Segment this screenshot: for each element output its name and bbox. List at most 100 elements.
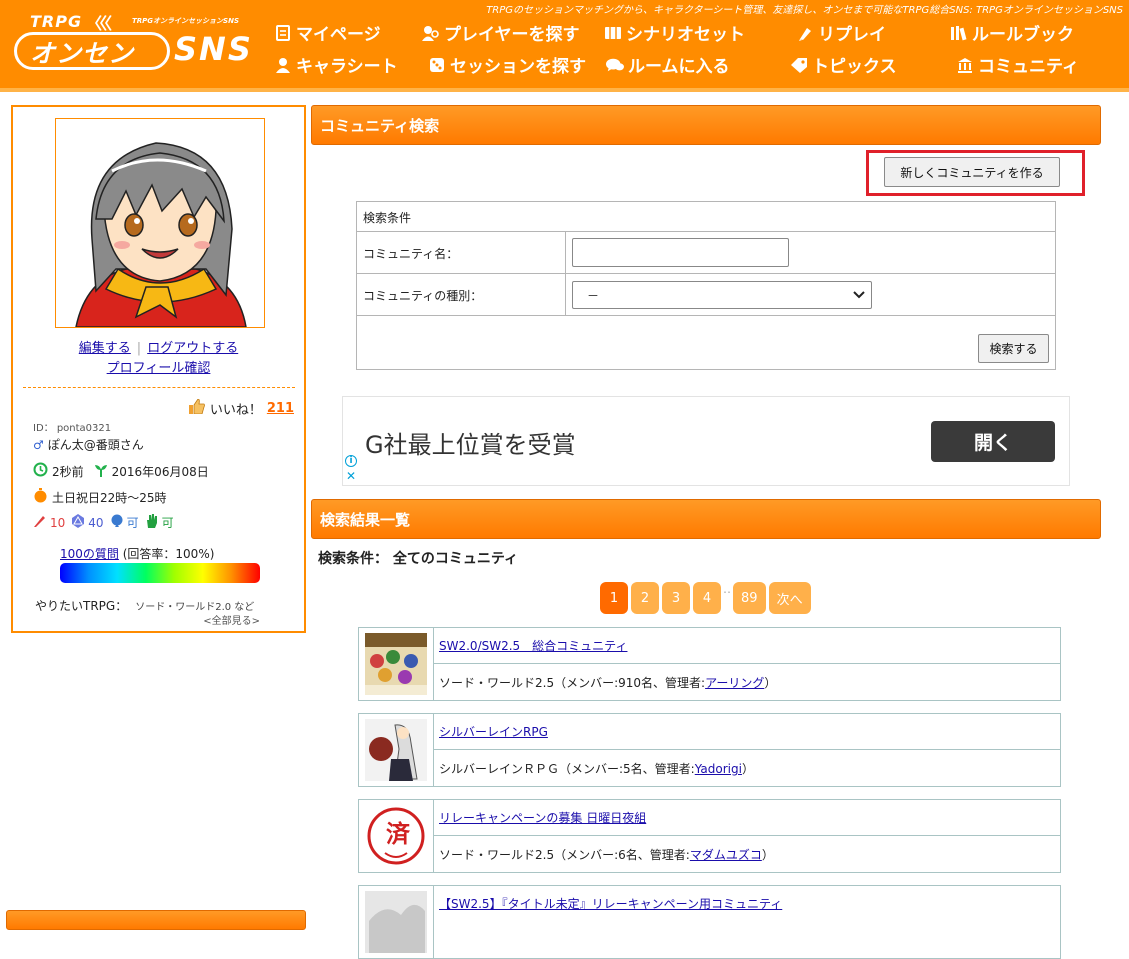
- logo-trpg-text: TRPG: [30, 12, 83, 31]
- community-title-link[interactable]: シルバーレインRPG: [439, 723, 548, 740]
- community-card: SW2.0/SW2.5 総合コミュニティ ソード・ワールド2.5（メンバー:91…: [358, 627, 1061, 701]
- nav-label: プレイヤーを探す: [444, 25, 580, 45]
- community-name-input[interactable]: [572, 238, 789, 267]
- community-meta: ソード・ワールド2.5（メンバー:910名、管理者:アーリング）: [439, 674, 776, 691]
- see-all-link[interactable]: <全部見る>: [203, 612, 260, 627]
- chat-icon: [606, 56, 624, 74]
- voice-icon: [110, 514, 124, 531]
- community-thumbnail[interactable]: [365, 891, 427, 953]
- nav-label: シナリオセット: [626, 25, 745, 45]
- timer-icon: [33, 488, 48, 506]
- page-ellipsis: ‥: [723, 582, 732, 596]
- link-separator: |: [136, 341, 142, 356]
- community-type-label: コミュニティの種別：: [363, 289, 483, 303]
- chevron-down-icon: [853, 288, 865, 305]
- results-header: 検索結果一覧: [311, 499, 1101, 539]
- likes: いいね！ 211: [188, 398, 294, 418]
- community-meta: ソード・ワールド2.5（メンバー:6名、管理者:マダムユズコ）: [439, 846, 774, 863]
- page-2[interactable]: 2: [631, 582, 659, 614]
- nav-player-search[interactable]: プレイヤーを探す: [422, 20, 580, 45]
- nav-label: トピックス: [812, 57, 897, 77]
- ad-banner[interactable]: G社最上位賞を受賞 開く i ✕: [342, 396, 1070, 486]
- ad-open-button[interactable]: 開く: [931, 421, 1055, 462]
- nav-charasheet[interactable]: キャラシート: [274, 52, 398, 77]
- stat-pen: 10: [33, 514, 65, 531]
- divider: [23, 387, 295, 388]
- stat-pen-value: 10: [50, 515, 66, 530]
- nav-label: コミュニティ: [978, 57, 1079, 77]
- community-card: シルバーレインRPG シルバーレインＲＰＧ（メンバー:5名、管理者:Yadori…: [358, 713, 1061, 787]
- page-next[interactable]: 次へ: [768, 582, 811, 614]
- form-header-row: 検索条件: [357, 202, 1055, 232]
- admin-link[interactable]: アーリング: [705, 676, 764, 690]
- play-time: 土日祝日22時～25時: [52, 490, 167, 505]
- community-thumbnail[interactable]: [365, 719, 427, 781]
- last-login: 2秒前: [52, 464, 84, 479]
- stat-voice-value: 可: [126, 516, 139, 530]
- likes-label: いいね！: [209, 403, 262, 418]
- community-meta-suffix: ）: [764, 676, 777, 690]
- edit-profile-link[interactable]: 編集する: [79, 341, 131, 356]
- page-3[interactable]: 3: [662, 582, 690, 614]
- nav-topics[interactable]: トピックス: [790, 52, 897, 77]
- nav-room[interactable]: ルームに入る: [606, 52, 730, 77]
- rulebook-icon: [950, 24, 968, 42]
- sidebar-section-header: [6, 910, 306, 930]
- community-thumbnail[interactable]: [365, 633, 427, 695]
- community-title-link[interactable]: リレーキャンペーンの募集 日曜日夜組: [439, 809, 646, 826]
- community-icon: [956, 56, 974, 74]
- community-title-link[interactable]: 【SW2.5】『タイトル未定』リレーキャンペーン用コミュニティ: [439, 895, 782, 912]
- ad-headline[interactable]: G社最上位賞を受賞: [365, 425, 576, 460]
- admin-link[interactable]: マダムユズコ: [690, 848, 762, 862]
- nav-replay[interactable]: リプレイ: [796, 20, 886, 45]
- login-row: 2秒前 2016年06月08日: [33, 462, 209, 480]
- nav-label: ルールブック: [972, 25, 1074, 45]
- page-last[interactable]: 89: [733, 582, 766, 614]
- likes-count[interactable]: 211: [267, 401, 294, 416]
- community-meta-suffix: ）: [761, 848, 774, 862]
- site-logo[interactable]: TRPG 〈〈〈 TRPGオンラインセッションSNS オンセン SNS: [14, 10, 251, 76]
- nav-scenario[interactable]: シナリオセット: [604, 20, 745, 45]
- profile-links: 編集する | ログアウトする プロフィール確認: [13, 339, 304, 379]
- community-type-select[interactable]: －: [572, 281, 872, 309]
- nav-label: リプレイ: [818, 25, 886, 45]
- ad-info-icon[interactable]: i: [345, 455, 357, 467]
- section-title: 検索結果一覧: [320, 510, 411, 529]
- pen-icon: [33, 514, 47, 531]
- ad-close-icon[interactable]: ✕: [346, 469, 356, 483]
- community-meta: シルバーレインＲＰＧ（メンバー:5名、管理者:Yadorigi）: [439, 760, 754, 777]
- logo-steam-icon: 〈〈〈: [86, 14, 112, 33]
- replay-icon: [796, 24, 814, 42]
- stat-dice-value: 40: [88, 515, 104, 530]
- view-profile-link[interactable]: プロフィール確認: [107, 361, 211, 376]
- questions-row: 100の質問 (回答率：100%): [60, 545, 214, 562]
- search-button[interactable]: 検索する: [978, 334, 1049, 363]
- nav-community[interactable]: コミュニティ: [956, 52, 1079, 77]
- nav-session-search[interactable]: セッションを探す: [428, 52, 586, 77]
- wanted-trpg-games: ソード・ワールド2.0 など: [135, 602, 255, 613]
- community-thumbnail[interactable]: 済: [365, 805, 427, 867]
- create-community-button[interactable]: 新しくコミュニティを作る: [884, 157, 1060, 187]
- user-name: ぽん太@番頭さん: [47, 438, 144, 452]
- logo-main-text: オンセン: [30, 39, 135, 68]
- nav-label: マイページ: [296, 25, 381, 45]
- avatar[interactable]: [55, 118, 265, 328]
- community-meta-text: シルバーレインＲＰＧ（メンバー:5名、管理者:: [439, 762, 695, 776]
- community-title-link[interactable]: SW2.0/SW2.5 総合コミュニティ: [439, 637, 627, 654]
- nav-label: ルームに入る: [628, 57, 730, 77]
- nav-mypage[interactable]: マイページ: [274, 20, 381, 45]
- admin-link[interactable]: Yadorigi: [695, 762, 742, 776]
- conditions-label: 検索条件: [363, 211, 412, 225]
- hand-icon: [145, 514, 159, 531]
- page-1[interactable]: 1: [600, 582, 628, 614]
- charasheet-icon: [274, 56, 292, 74]
- wanted-trpg-label: やりたいTRPG：: [35, 599, 128, 613]
- page-4[interactable]: 4: [693, 582, 721, 614]
- search-criteria: 検索条件： 全てのコミュニティ: [318, 548, 518, 568]
- logout-link[interactable]: ログアウトする: [147, 341, 238, 356]
- tag-icon: [790, 56, 808, 74]
- stat-dice: 40: [71, 514, 104, 531]
- nav-rulebook[interactable]: ルールブック: [950, 20, 1074, 45]
- questions-link[interactable]: 100の質問: [60, 547, 119, 561]
- mypage-icon: [274, 24, 292, 42]
